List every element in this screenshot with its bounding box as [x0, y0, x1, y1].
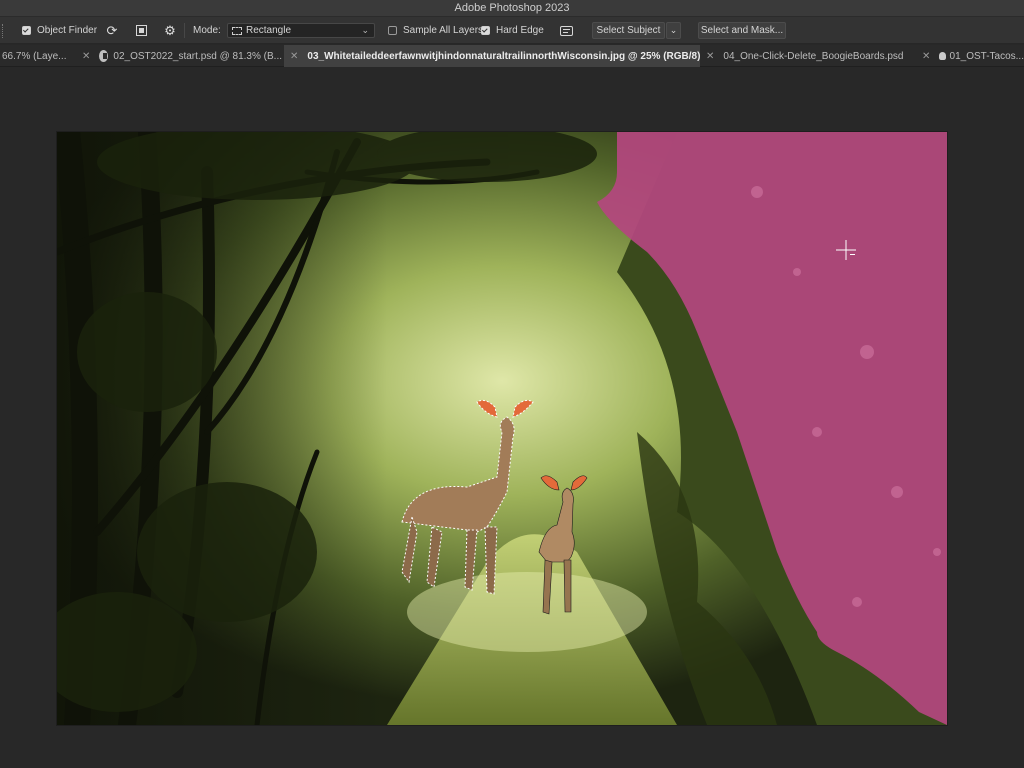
document-tabs: 66.7% (Laye... ✕ 02_OST2022_start.psd @ … — [0, 45, 1024, 67]
tab-label: 66.7% (Laye... — [2, 50, 67, 62]
mode-value: Rectangle — [246, 25, 292, 36]
close-icon[interactable]: ✕ — [706, 51, 714, 62]
object-finder-label: Object Finder — [37, 25, 98, 36]
separator — [184, 23, 185, 38]
mode-label: Mode: — [193, 25, 221, 36]
sample-all-layers-toggle[interactable]: Sample All Layers — [388, 17, 483, 44]
tool-grip — [2, 17, 8, 44]
hard-edge-label: Hard Edge — [496, 25, 544, 36]
tab-label: 02_OST2022_start.psd @ 81.3% (B... — [113, 50, 282, 62]
hard-edge-toggle[interactable]: Hard Edge — [481, 17, 544, 44]
cloud-icon — [939, 52, 946, 60]
tab-document-3[interactable]: ✕ 03_Whitetaileddeerfawnwitjhindonnatura… — [284, 45, 700, 67]
chevron-down-icon: ⌄ — [361, 25, 369, 35]
refresh-icon[interactable]: ⟳ — [102, 17, 122, 44]
show-all-objects-icon[interactable] — [131, 17, 151, 44]
rectangle-icon — [232, 26, 242, 35]
gear-icon[interactable]: ⚙ — [160, 17, 180, 44]
chevron-down-icon: ⌄ — [669, 25, 678, 35]
document-canvas[interactable] — [57, 132, 947, 725]
crosshair-cursor-icon — [836, 240, 856, 260]
mode-select[interactable]: Rectangle ⌄ — [227, 23, 375, 38]
tab-label: 03_Whitetaileddeerfawnwitjhindonnaturalt… — [307, 50, 701, 62]
hard-edge-checkbox[interactable] — [481, 26, 490, 35]
tab-document-5[interactable]: ✕ 01_OST-Tacos... — [916, 45, 1024, 67]
select-subject-dropdown[interactable]: ⌄ — [666, 22, 681, 39]
app-title: Adobe Photoshop 2023 — [454, 2, 570, 14]
sample-all-layers-label: Sample All Layers — [403, 25, 484, 36]
options-bar: Object Finder ⟳ ⚙ Mode: Rectangle ⌄ Samp… — [0, 17, 1024, 44]
select-and-mask-button[interactable]: Select and Mask... — [698, 22, 786, 39]
object-finder-toggle[interactable]: Object Finder — [22, 17, 97, 44]
document-badge-icon — [99, 50, 109, 62]
tab-document-4[interactable]: ✕ 04_One-Click-Delete_BoogieBoards.psd — [700, 45, 916, 67]
tab-label: 01_OST-Tacos... — [949, 50, 1024, 62]
deer-trail-photo — [57, 132, 947, 725]
tab-document-2[interactable]: ✕ 02_OST2022_start.psd @ 81.3% (B... — [76, 45, 282, 67]
sample-all-layers-checkbox[interactable] — [388, 26, 397, 35]
canvas-area[interactable] — [0, 68, 1024, 768]
close-icon[interactable]: ✕ — [922, 51, 930, 62]
close-icon[interactable]: ✕ — [290, 51, 298, 62]
select-subject-button[interactable]: Select Subject — [592, 22, 665, 39]
close-icon[interactable]: ✕ — [82, 51, 90, 62]
tab-label: 04_One-Click-Delete_BoogieBoards.psd — [723, 50, 904, 62]
enhance-edge-icon[interactable] — [555, 17, 577, 44]
object-finder-checkbox[interactable] — [22, 26, 31, 35]
title-bar: Adobe Photoshop 2023 — [0, 0, 1024, 17]
